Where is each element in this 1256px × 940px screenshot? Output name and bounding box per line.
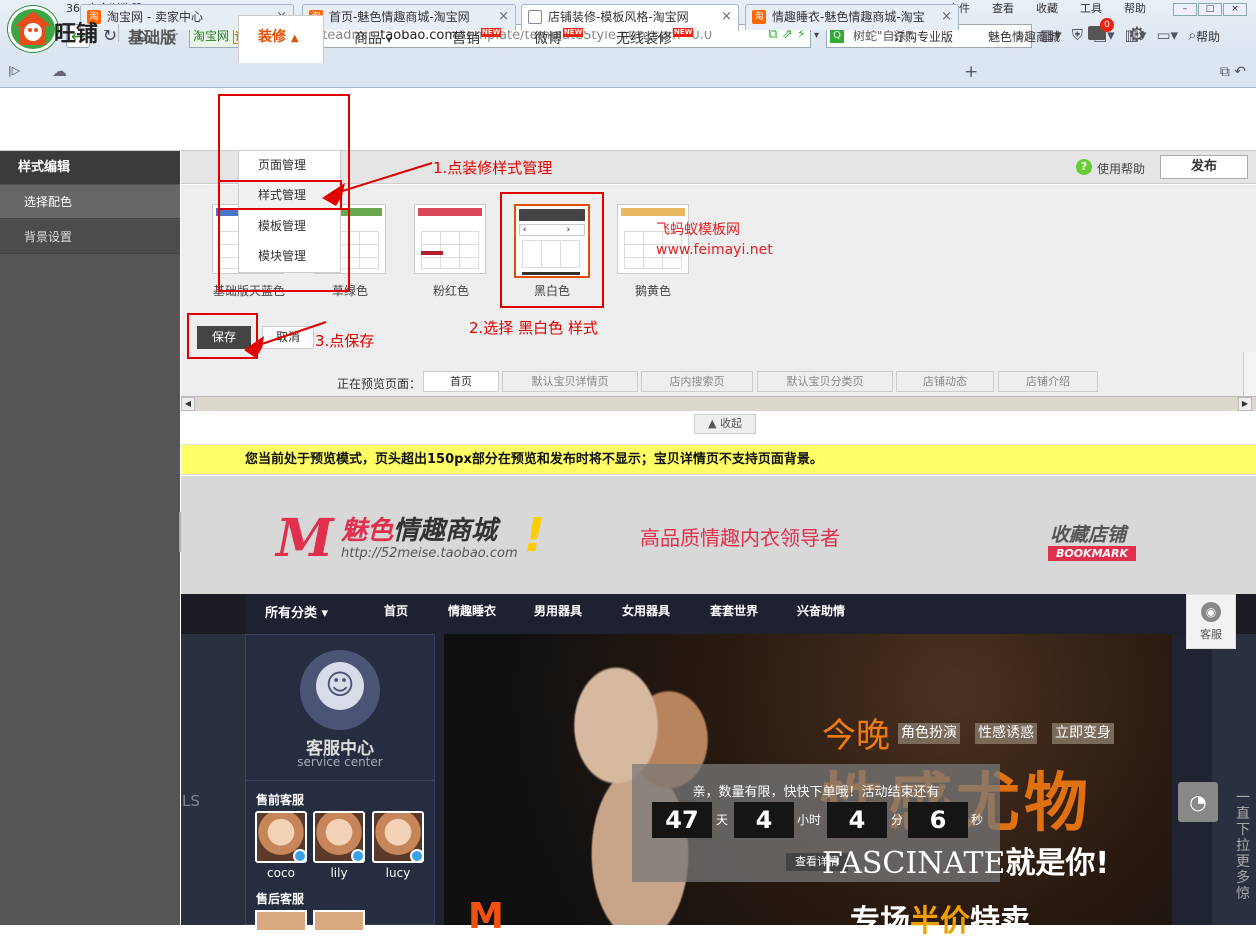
annotation-step2: 2.选择 黑白色 样式 bbox=[469, 319, 598, 337]
annotation-step1: 1.点装修样式管理 bbox=[433, 159, 553, 177]
annotation-step3: 3.点保存 bbox=[315, 332, 375, 350]
annotation-arrows bbox=[244, 162, 433, 358]
